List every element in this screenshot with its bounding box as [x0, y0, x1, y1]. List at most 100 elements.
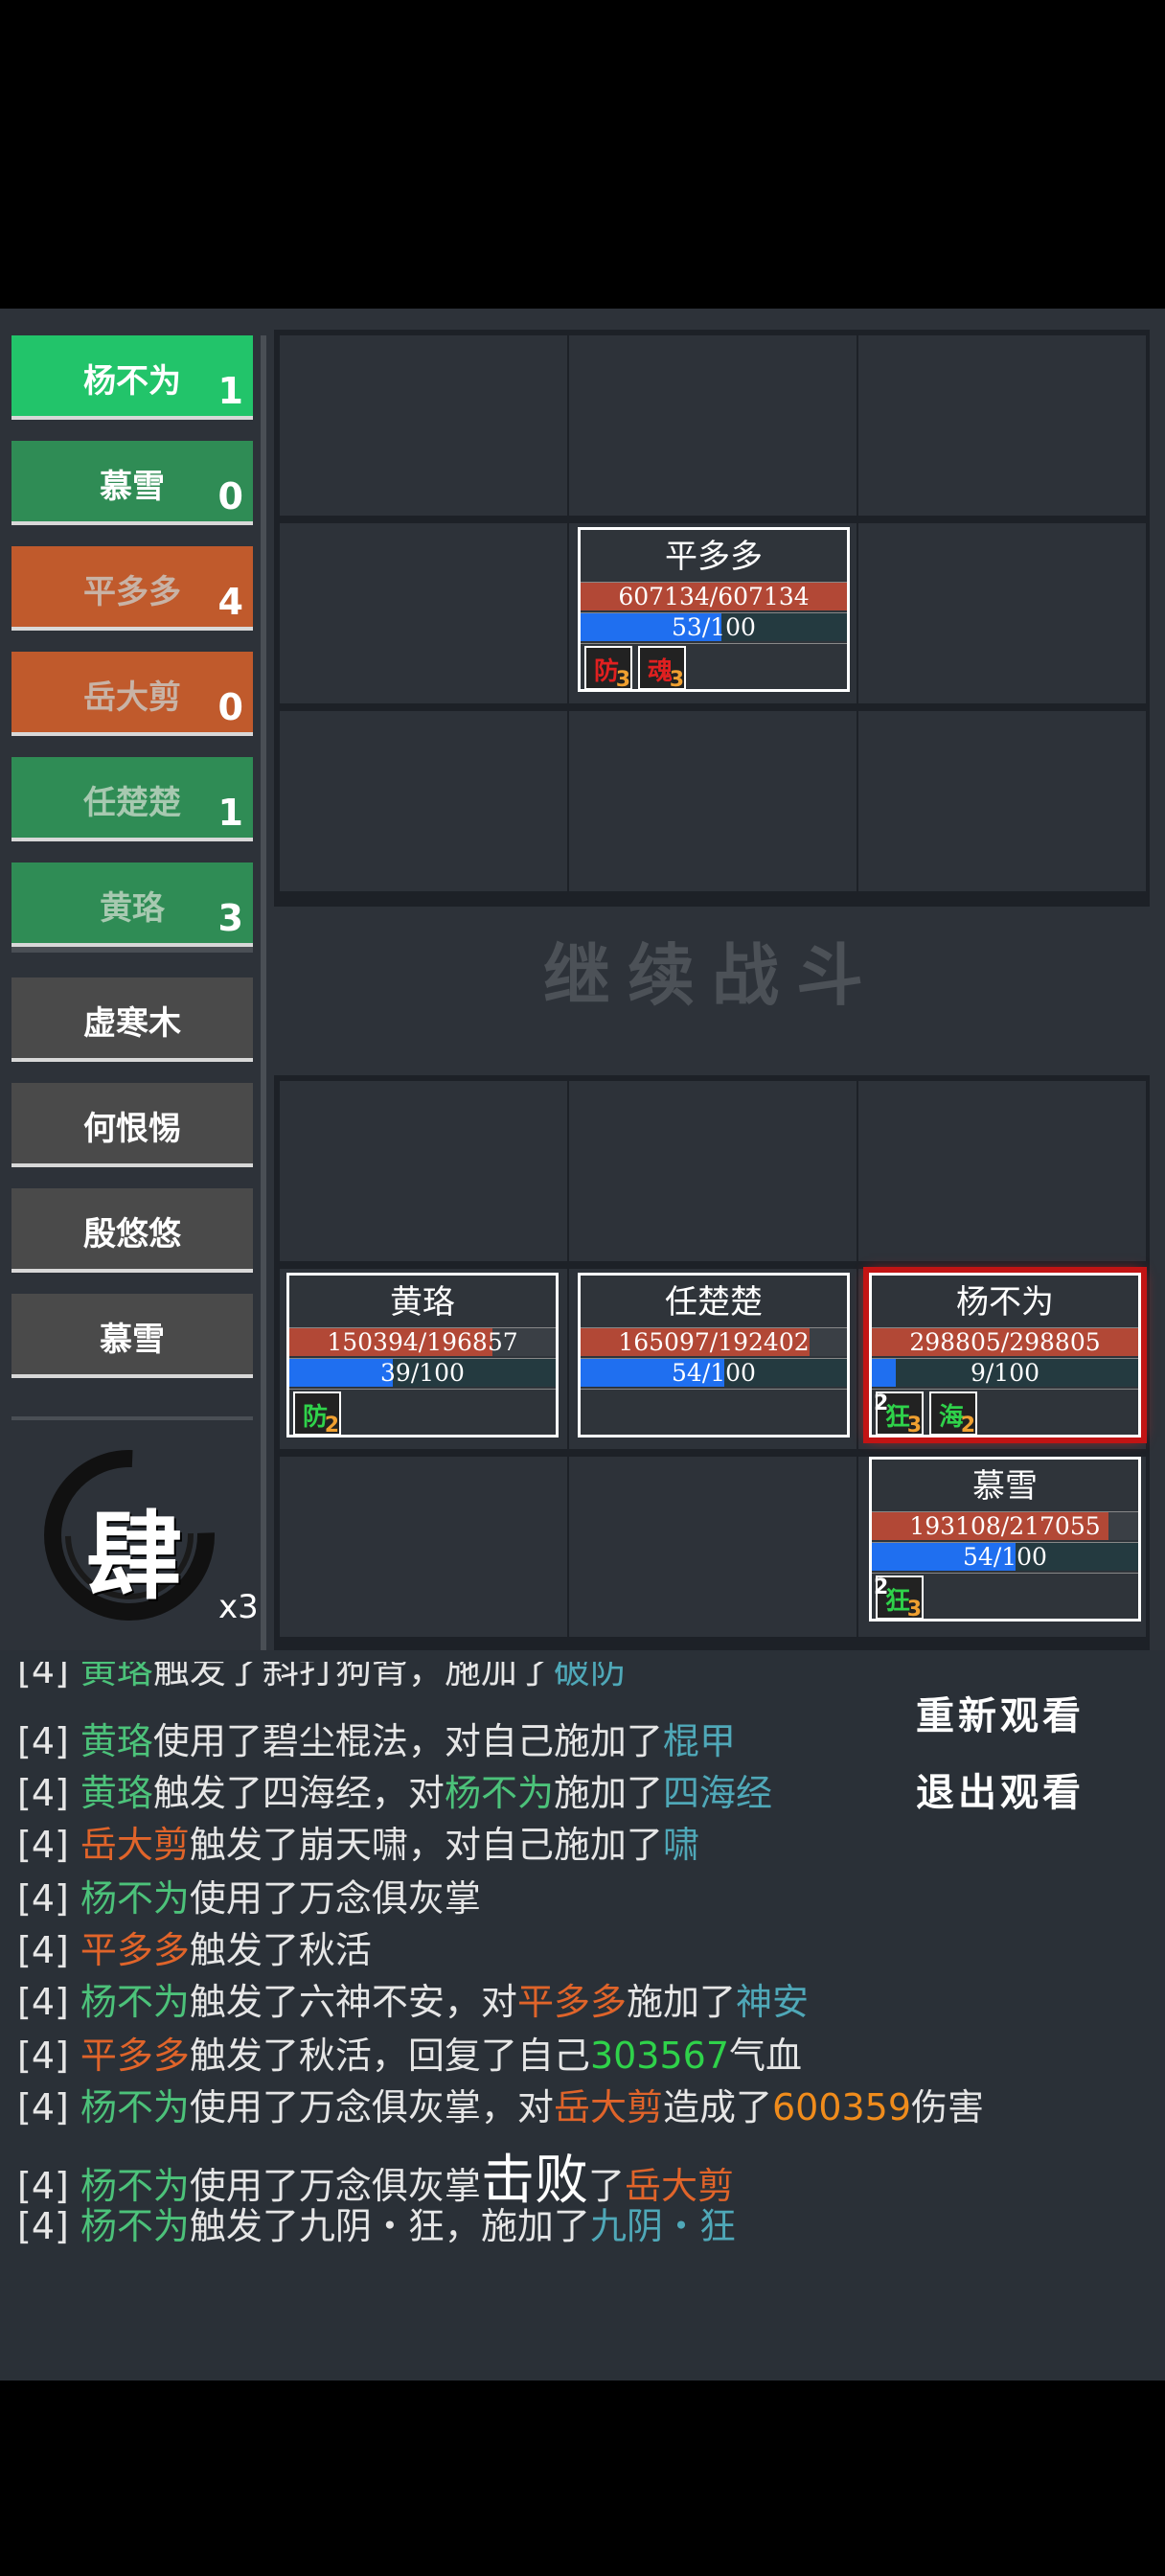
hp-text: 193108/217055: [909, 1512, 1101, 1540]
grid-cell[interactable]: [569, 1457, 857, 1637]
sidebar-item-label: 慕雪: [100, 468, 165, 506]
log-segment: 造成了: [662, 2086, 772, 2128]
buff-icon[interactable]: 海2: [929, 1392, 977, 1438]
log-segment: 气血: [729, 2035, 803, 2077]
log-segment: 平多多: [80, 2035, 190, 2077]
log-line: [4] 杨不为触发了六神不安，对平多多施加了神安: [17, 1972, 809, 2025]
log-segment: [4]: [17, 1824, 80, 1866]
sidebar-item[interactable]: 殷悠悠: [11, 1188, 253, 1273]
energy-bar: 54/100: [872, 1542, 1138, 1571]
sidebar-item[interactable]: 何恨惕: [11, 1083, 253, 1167]
log-segment: 使用了万念俱灰掌: [189, 1877, 481, 1920]
log-segment: 杨不为: [80, 1981, 190, 2023]
character-name: 黄珞: [390, 1283, 455, 1322]
buff-icon[interactable]: 防3: [584, 646, 632, 692]
sidebar-item[interactable]: 岳大剪 0: [11, 652, 253, 736]
log-segment: 神安: [735, 1981, 809, 2023]
character-card[interactable]: 慕雪 193108/217055 54/100 狂 2 3: [869, 1457, 1141, 1622]
log-segment: 触发了秋活，回复了自己: [189, 2035, 590, 2077]
log-line: [4] 杨不为使用了万念俱灰掌，对岳大剪造成了600359伤害: [17, 2078, 984, 2130]
energy-text: 39/100: [380, 1359, 465, 1387]
log-segment: 棍甲: [662, 1720, 736, 1762]
log-line: [4] 杨不为触发了九阴・狂，施加了九阴・狂: [17, 2196, 736, 2249]
grid-cell[interactable]: [280, 1081, 567, 1261]
log-segment: 平多多: [80, 1929, 190, 1971]
sidebar-item-label: 殷悠悠: [83, 1215, 181, 1254]
sidebar-item[interactable]: 慕雪: [11, 1294, 253, 1378]
sidebar-item-label: 任楚楚: [83, 784, 181, 822]
sidebar-item-label: 黄珞: [100, 889, 165, 928]
sidebar-divider: [11, 947, 253, 953]
character-name: 任楚楚: [665, 1283, 763, 1322]
log-segment: 触发了崩天啸，对自己施加了: [189, 1824, 663, 1866]
energy-text: 54/100: [672, 1359, 756, 1387]
log-segment: [4]: [17, 1720, 80, 1762]
log-segment: 岳大剪: [80, 1824, 190, 1866]
character-card[interactable]: 杨不为 298805/298805 9/100 狂 2 3 海 2: [863, 1267, 1147, 1443]
buff-row: 防3魂3: [581, 643, 847, 692]
grid-cell[interactable]: [858, 1081, 1146, 1261]
character-name: 杨不为: [956, 1283, 1054, 1322]
log-segment: 触发了六神不安，对: [189, 1981, 517, 2023]
rewatch-button[interactable]: 重新观看: [916, 1685, 1085, 1740]
buff-row: [581, 1389, 847, 1435]
buff-icon[interactable]: 狂23: [874, 1576, 924, 1622]
grid-cell[interactable]: [280, 335, 567, 516]
hp-text: 150394/196857: [327, 1328, 518, 1356]
log-line: [4] 黄珞使用了碧尘棍法，对自己施加了棍甲: [17, 1712, 736, 1764]
sidebar-item[interactable]: 杨不为 1: [11, 335, 253, 420]
character-name: 慕雪: [972, 1467, 1038, 1506]
continue-battle-text[interactable]: 继续战斗: [274, 922, 1150, 1019]
buff-icon[interactable]: 防2: [293, 1392, 341, 1438]
hp-bar: 298805/298805: [872, 1327, 1138, 1356]
hp-bar: 150394/196857: [289, 1327, 556, 1356]
exit-watch-button[interactable]: 退出观看: [916, 1761, 1085, 1817]
log-segment: 黄珞: [80, 1649, 153, 1691]
battle-area: 杨不为 1 慕雪 0 平多多 4 岳大剪 0 任楚楚 1 黄珞 3 虚寒木 何恨惕 殷悠悠 慕雪 肆 x3 继…: [0, 309, 1165, 1652]
grid-cell[interactable]: [280, 711, 567, 891]
seal-icon[interactable]: 肆: [29, 1444, 230, 1626]
grid-cell[interactable]: [569, 335, 857, 516]
log-segment: [4]: [17, 1877, 80, 1920]
grid-cell[interactable]: [858, 711, 1146, 891]
hp-text: 298805/298805: [909, 1328, 1101, 1356]
sidebar-item-count: 0: [217, 475, 243, 518]
sidebar-item-label: 杨不为: [83, 362, 181, 401]
log-segment: [4]: [17, 1929, 80, 1971]
log-segment: 啸: [662, 1824, 699, 1866]
sidebar-item[interactable]: 任楚楚 1: [11, 757, 253, 841]
log-segment: 600359: [771, 2086, 912, 2128]
sidebar-item-count: 0: [217, 686, 243, 728]
character-card[interactable]: 任楚楚 165097/192402 54/100: [578, 1273, 850, 1438]
sidebar-item[interactable]: 平多多 4: [11, 546, 253, 631]
log-segment: [4]: [17, 1772, 80, 1814]
log-segment: 303567: [589, 2035, 729, 2077]
log-segment: 杨不为: [80, 2086, 190, 2128]
character-card[interactable]: 黄珞 150394/196857 39/100 防 2: [286, 1273, 559, 1438]
sidebar-item[interactable]: 虚寒木: [11, 978, 253, 1062]
buff-turns: 3: [906, 1414, 922, 1438]
buff-icon[interactable]: 狂23: [874, 1392, 924, 1438]
grid-cell[interactable]: [858, 335, 1146, 516]
log-segment: 施加了: [553, 1772, 663, 1814]
grid-cell[interactable]: [569, 1081, 857, 1261]
buff-turns: 2: [960, 1414, 975, 1438]
grid-cell[interactable]: [569, 711, 857, 891]
log-segment: 杨不为: [80, 2205, 190, 2247]
grid-cell[interactable]: [280, 1457, 567, 1637]
buff-icon[interactable]: 魂3: [638, 646, 686, 692]
log-segment: 伤害: [911, 2086, 985, 2128]
sidebar-item[interactable]: 黄珞 3: [11, 862, 253, 947]
energy-bar: 54/100: [581, 1358, 847, 1387]
log-line: [4] 平多多触发了秋活，回复了自己303567气血: [17, 2026, 802, 2079]
sidebar-item[interactable]: 慕雪 0: [11, 441, 253, 525]
grid-cell[interactable]: [858, 523, 1146, 703]
log-segment: 施加了: [626, 1981, 736, 2023]
grid-cell[interactable]: [280, 523, 567, 703]
buff-turns: 2: [324, 1414, 339, 1438]
log-segment: 破防: [553, 1649, 627, 1691]
character-card[interactable]: 平多多 607134/607134 53/100 防 3 魂 3: [578, 527, 850, 692]
sidebar-item-label: 何恨惕: [83, 1110, 181, 1148]
game-screen: 杨不为 1 慕雪 0 平多多 4 岳大剪 0 任楚楚 1 黄珞 3 虚寒木 何恨惕 殷悠悠 慕雪 肆 x3 继…: [0, 309, 1165, 2380]
log-segment: 黄珞: [80, 1720, 153, 1762]
